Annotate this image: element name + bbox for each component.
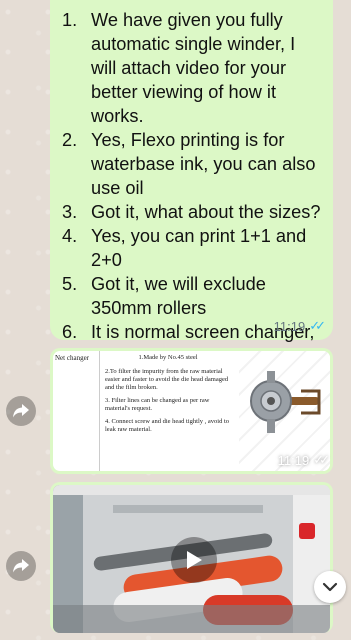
forward-arrow-icon	[13, 404, 29, 418]
message-time: 11:19	[273, 318, 306, 334]
play-icon	[187, 551, 202, 569]
message-item: 4. Yes, you can print 1+1 and 2+0	[62, 224, 321, 272]
message-meta: 11:19 ✓✓	[273, 318, 326, 334]
message-item: 1. We have given you fully automatic sing…	[62, 8, 321, 128]
double-check-read-icon: ✓✓	[309, 318, 326, 333]
item-text: Yes, you can print 1+1 and 2+0	[91, 226, 307, 270]
spec-line: 4. Connect screw and die head tightly , …	[105, 418, 230, 433]
message-item: 5. Got it, we will exclude 350mm rollers	[62, 272, 321, 320]
image-time: 11:19	[277, 452, 310, 468]
forward-button[interactable]	[6, 551, 36, 581]
scroll-down-button[interactable]	[314, 571, 346, 603]
play-button[interactable]	[171, 537, 217, 583]
image-message-bubble[interactable]: Net changer 1.Made by No.45 steel 2.To f…	[50, 348, 333, 474]
spec-line: 2.To filter the impurity from the raw ma…	[105, 368, 229, 391]
video-message-bubble[interactable]	[50, 482, 333, 633]
divider	[99, 351, 100, 471]
item-number: 6.	[62, 322, 78, 342]
item-text: Got it, what about the sizes?	[91, 202, 321, 222]
spec-line: 3. Filter lines can be changed as per ra…	[105, 397, 210, 412]
item-number: 5.	[62, 274, 78, 294]
text-message-bubble[interactable]: 1. We have given you fully automatic sing…	[50, 0, 333, 390]
item-number: 1.	[62, 10, 78, 30]
item-number: 2.	[62, 130, 78, 150]
forward-arrow-icon	[13, 559, 29, 573]
spec-line: 1.Made by No.45 steel	[138, 354, 198, 361]
item-text: We have given you fully automatic single…	[91, 10, 296, 126]
double-check-read-icon: ✓✓	[313, 452, 330, 467]
message-list: 1. We have given you fully automatic sing…	[62, 8, 321, 392]
video-thumbnail[interactable]	[53, 485, 330, 633]
message-item: 3. Got it, what about the sizes?	[62, 200, 321, 224]
item-number: 4.	[62, 226, 78, 246]
forward-button[interactable]	[6, 396, 36, 426]
message-item: 2. Yes, Flexo printing is for waterbase i…	[62, 128, 321, 200]
image-spec-text: 1.Made by No.45 steel 2.To filter the im…	[105, 354, 231, 439]
image-meta: 11:19 ✓✓	[277, 452, 330, 468]
item-number: 3.	[62, 202, 78, 222]
chevron-down-icon	[322, 582, 338, 592]
item-text: Yes, Flexo printing is for waterbase ink…	[91, 130, 316, 198]
item-text: Got it, we will exclude 350mm rollers	[91, 274, 266, 318]
image-label: Net changer	[55, 354, 90, 362]
